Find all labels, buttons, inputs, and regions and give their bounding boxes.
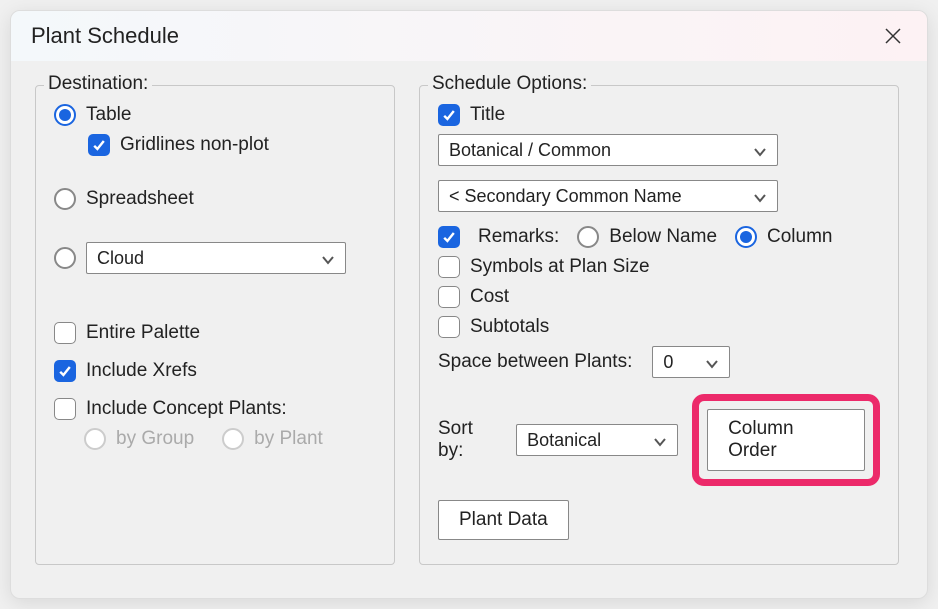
chevron-down-icon bbox=[653, 433, 667, 447]
cost-row[interactable]: Cost bbox=[438, 286, 880, 308]
cloud-select[interactable]: Cloud bbox=[86, 242, 346, 274]
checkbox-include-concept[interactable] bbox=[54, 398, 76, 420]
titlebar: Plant Schedule bbox=[11, 11, 927, 61]
radio-spreadsheet[interactable] bbox=[54, 188, 76, 210]
include-concept-row[interactable]: Include Concept Plants: bbox=[54, 398, 376, 420]
space-between-select[interactable]: 0 bbox=[652, 346, 730, 378]
radio-by-group bbox=[84, 428, 106, 450]
include-xrefs-row[interactable]: Include Xrefs bbox=[54, 360, 376, 382]
checkbox-cost[interactable] bbox=[438, 286, 460, 308]
label-symbols: Symbols at Plan Size bbox=[470, 256, 650, 278]
gridlines-row[interactable]: Gridlines non-plot bbox=[88, 134, 376, 156]
dialog-content: Destination: Table Gridlines non-plot Sp… bbox=[11, 61, 927, 565]
label-title: Title bbox=[470, 104, 505, 126]
by-plant-row: by Plant bbox=[222, 428, 323, 450]
entire-palette-row[interactable]: Entire Palette bbox=[54, 322, 376, 344]
label-column: Column bbox=[767, 226, 832, 248]
label-cost: Cost bbox=[470, 286, 509, 308]
radio-cloud[interactable] bbox=[54, 247, 76, 269]
label-space-between: Space between Plants: bbox=[438, 351, 632, 373]
space-between-row: Space between Plants: 0 bbox=[438, 346, 880, 378]
plant-data-button[interactable]: Plant Data bbox=[438, 500, 569, 540]
destination-spreadsheet-row[interactable]: Spreadsheet bbox=[54, 188, 376, 210]
label-include-xrefs: Include Xrefs bbox=[86, 360, 197, 382]
close-button[interactable] bbox=[879, 22, 907, 50]
concept-sub-options: by Group by Plant bbox=[84, 428, 376, 450]
column-order-button[interactable]: Column Order bbox=[707, 409, 865, 471]
destination-cloud-row[interactable]: Cloud bbox=[54, 242, 376, 274]
checkbox-gridlines[interactable] bbox=[88, 134, 110, 156]
radio-by-plant bbox=[222, 428, 244, 450]
symbols-row[interactable]: Symbols at Plan Size bbox=[438, 256, 880, 278]
checkbox-symbols[interactable] bbox=[438, 256, 460, 278]
secondary-name-value: < Secondary Common Name bbox=[449, 186, 682, 207]
checkbox-include-xrefs[interactable] bbox=[54, 360, 76, 382]
label-gridlines: Gridlines non-plot bbox=[120, 134, 269, 156]
label-subtotals: Subtotals bbox=[470, 316, 549, 338]
sort-by-select[interactable]: Botanical bbox=[516, 424, 678, 456]
title-row[interactable]: Title bbox=[438, 104, 880, 126]
chevron-down-icon bbox=[705, 355, 719, 369]
label-sort-by: Sort by: bbox=[438, 418, 502, 462]
column-order-highlight: Column Order bbox=[692, 394, 880, 486]
name-format-select[interactable]: Botanical / Common bbox=[438, 134, 778, 166]
checkbox-remarks[interactable] bbox=[438, 226, 460, 248]
sort-by-value: Botanical bbox=[527, 430, 601, 451]
label-below-name: Below Name bbox=[609, 226, 717, 248]
label-table: Table bbox=[86, 104, 131, 126]
subtotals-row[interactable]: Subtotals bbox=[438, 316, 880, 338]
destination-table-row[interactable]: Table bbox=[54, 104, 376, 126]
label-by-plant: by Plant bbox=[254, 428, 323, 450]
remarks-row: Remarks: Below Name Column bbox=[438, 226, 880, 248]
schedule-options-fieldset: Schedule Options: Title Botanical / Comm… bbox=[419, 85, 899, 565]
radio-table[interactable] bbox=[54, 104, 76, 126]
destination-fieldset: Destination: Table Gridlines non-plot Sp… bbox=[35, 85, 395, 565]
label-by-group: by Group bbox=[116, 428, 194, 450]
secondary-name-select[interactable]: < Secondary Common Name bbox=[438, 180, 778, 212]
schedule-options-legend: Schedule Options: bbox=[428, 73, 591, 95]
cloud-select-value: Cloud bbox=[97, 248, 144, 269]
label-include-concept: Include Concept Plants: bbox=[86, 398, 287, 420]
checkbox-entire-palette[interactable] bbox=[54, 322, 76, 344]
radio-below-name[interactable] bbox=[577, 226, 599, 248]
sort-row: Sort by: Botanical Column Order bbox=[438, 394, 880, 486]
chevron-down-icon bbox=[321, 251, 335, 265]
label-entire-palette: Entire Palette bbox=[86, 322, 200, 344]
checkbox-subtotals[interactable] bbox=[438, 316, 460, 338]
dialog-title: Plant Schedule bbox=[31, 23, 179, 49]
chevron-down-icon bbox=[753, 143, 767, 157]
name-format-value: Botanical / Common bbox=[449, 140, 611, 161]
checkbox-title[interactable] bbox=[438, 104, 460, 126]
chevron-down-icon bbox=[753, 189, 767, 203]
space-between-value: 0 bbox=[663, 352, 673, 373]
radio-column[interactable] bbox=[735, 226, 757, 248]
destination-legend: Destination: bbox=[44, 73, 152, 95]
close-icon bbox=[883, 26, 903, 46]
label-remarks: Remarks: bbox=[478, 226, 559, 248]
plant-data-row: Plant Data bbox=[438, 500, 880, 540]
by-group-row: by Group bbox=[84, 428, 194, 450]
dialog-window: Plant Schedule Destination: Table Gridli… bbox=[10, 10, 928, 599]
label-spreadsheet: Spreadsheet bbox=[86, 188, 194, 210]
